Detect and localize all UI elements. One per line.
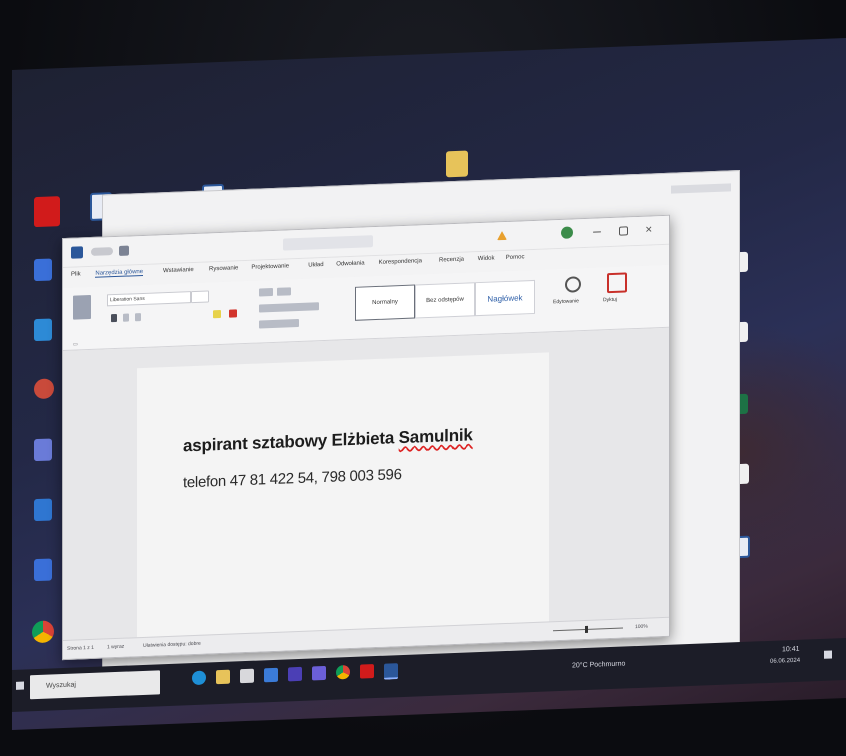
store-taskbar-icon[interactable] <box>264 667 278 683</box>
font-name-field[interactable]: Liberation Sans <box>107 291 191 307</box>
avatar[interactable] <box>561 226 573 239</box>
taskbar-search-placeholder: Wyszukaj <box>46 681 76 690</box>
chrome-taskbar-icon[interactable] <box>336 665 350 680</box>
zoom-thumb[interactable] <box>585 625 588 633</box>
zoom-slider[interactable] <box>553 627 623 632</box>
app-desktop-icon-3[interactable] <box>34 378 54 400</box>
minimize-icon[interactable] <box>593 231 601 233</box>
line-spacing-button[interactable] <box>259 318 299 329</box>
paste-button[interactable] <box>73 294 91 320</box>
dictate-label[interactable]: Dyktuj <box>603 297 617 304</box>
surname-text: Samulnik <box>398 425 473 448</box>
editing-label[interactable]: Edytowanie <box>553 298 579 305</box>
teams-taskbar-icon[interactable] <box>312 665 326 681</box>
edge-taskbar-icon[interactable] <box>192 670 206 686</box>
document-phone-line[interactable]: telefon 47 81 422 54, 798 003 596 <box>183 466 402 491</box>
window-controls[interactable] <box>671 183 731 194</box>
app-taskbar-icon-1[interactable] <box>240 668 254 684</box>
desktop-screen: ✕ Plik Narzędzia główne Wstawianie Rysowani… <box>12 37 846 731</box>
app-desktop-icon-1[interactable] <box>34 258 52 282</box>
menu-item-3[interactable]: Rysowanie <box>209 265 238 272</box>
accessibility-status[interactable]: Ułatwienia dostępu: dobre <box>143 641 201 649</box>
italic-button[interactable] <box>123 313 129 322</box>
app-desktop-icon-2[interactable] <box>34 318 52 342</box>
word-taskbar-icon[interactable] <box>384 663 398 680</box>
zoom-level[interactable]: 100% <box>635 624 648 630</box>
page-counter[interactable]: Strona 1 z 1 <box>67 645 94 652</box>
notification-icon[interactable] <box>824 650 832 659</box>
bold-button[interactable] <box>111 313 117 323</box>
autosave-toggle[interactable] <box>91 247 113 256</box>
app-taskbar-icon-2[interactable] <box>288 666 302 682</box>
menu-item-4[interactable]: Projektowanie <box>251 263 289 270</box>
name-text: aspirant sztabowy Elżbieta <box>183 428 399 456</box>
menu-item-7[interactable]: Korespondencja <box>379 258 422 266</box>
underline-button[interactable] <box>135 313 141 322</box>
menu-item-8[interactable]: Recenzja <box>439 257 464 264</box>
word-count[interactable]: 1 wyraz <box>107 644 124 651</box>
clock-date[interactable]: 06.06.2024 <box>770 658 800 665</box>
search-box[interactable] <box>283 235 373 251</box>
align-buttons[interactable] <box>259 302 319 313</box>
bullets-button[interactable] <box>259 287 273 297</box>
warning-icon <box>497 230 507 241</box>
style-no-spacing[interactable]: Bez odstępów <box>415 282 475 319</box>
document-page[interactable]: aspirant sztabowy Elżbieta Samulnik tele… <box>137 352 549 649</box>
style-heading[interactable]: Nagłówek <box>475 279 535 317</box>
clock-time[interactable]: 10:41 <box>782 646 800 654</box>
menu-item-10[interactable]: Pomoc <box>506 254 525 261</box>
acrobat-desktop-icon[interactable] <box>34 196 60 228</box>
document-area: aspirant sztabowy Elżbieta Samulnik tele… <box>63 327 669 649</box>
folder-desktop-icon[interactable] <box>446 150 468 178</box>
app-desktop-icon-6[interactable] <box>34 558 52 582</box>
font-size-field[interactable] <box>191 290 209 304</box>
close-icon[interactable]: ✕ <box>645 224 653 235</box>
start-button[interactable] <box>16 681 24 690</box>
document-name-line[interactable]: aspirant sztabowy Elżbieta Samulnik <box>183 425 473 456</box>
menu-item-6[interactable]: Odwołania <box>336 260 364 267</box>
chrome-desktop-icon[interactable] <box>32 620 54 644</box>
maximize-icon[interactable] <box>619 226 628 236</box>
menu-item-5[interactable]: Układ <box>308 262 323 269</box>
dictate-icon[interactable] <box>607 272 627 294</box>
menu-item-2[interactable]: Wstawianie <box>163 267 194 274</box>
word-window[interactable]: ✕ Plik Narzędzia główne Wstawianie Rysowani… <box>62 214 670 661</box>
numbering-button[interactable] <box>277 287 291 296</box>
menu-item-0[interactable]: Plik <box>71 271 81 277</box>
menu-item-1[interactable]: Narzędzia główne <box>95 268 144 278</box>
acrobat-taskbar-icon[interactable] <box>360 664 374 679</box>
save-icon[interactable] <box>119 245 129 256</box>
menu-item-9[interactable]: Widok <box>478 255 495 262</box>
clipboard-group-label: ▭ <box>73 341 78 348</box>
weather-widget[interactable]: 20°C Pochmurno <box>572 660 625 669</box>
style-normal[interactable]: Normalny <box>355 284 415 321</box>
highlight-button[interactable] <box>213 309 221 319</box>
word-app-icon <box>71 246 83 259</box>
app-desktop-icon-5[interactable] <box>34 498 52 522</box>
font-color-button[interactable] <box>229 309 237 318</box>
search-ribbon-icon[interactable] <box>565 276 581 293</box>
app-desktop-icon-4[interactable] <box>34 438 52 462</box>
explorer-taskbar-icon[interactable] <box>216 669 230 685</box>
